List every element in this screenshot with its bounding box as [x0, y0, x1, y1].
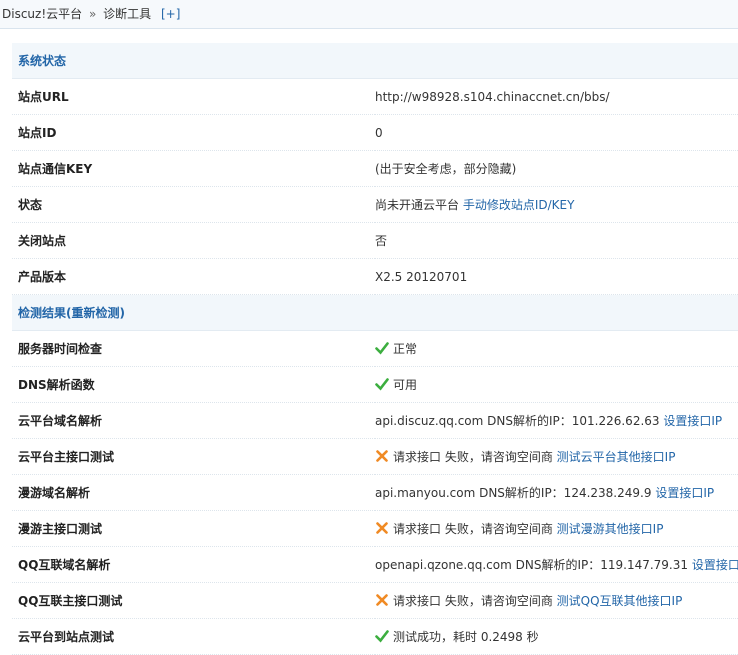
section-system-status: 系统状态	[12, 43, 738, 79]
recheck-link[interactable]: 重新检测	[72, 306, 120, 320]
diagnostic-panel: 系统状态 站点URL http://w98928.s104.chinaccnet.…	[12, 43, 738, 655]
check-icon	[375, 341, 389, 355]
cross-icon	[375, 521, 389, 535]
row-action-link[interactable]: 设置接口IP	[655, 486, 714, 500]
row-value-cell: X2.5 20120701	[375, 258, 738, 295]
row-value-cell: 请求接口 失败，请咨询空间商 测试漫游其他接口IP	[375, 510, 738, 547]
row-label: DNS解析函数	[12, 366, 375, 403]
row-value: 可用	[393, 378, 418, 392]
row-label: 云平台域名解析	[12, 402, 375, 439]
table-row: DNS解析函数 可用	[12, 366, 738, 403]
table-row: 漫游主接口测试 请求接口 失败，请咨询空间商 测试漫游其他接口IP	[12, 510, 738, 547]
row-action-link[interactable]: 手动修改站点ID/KEY	[463, 198, 575, 212]
row-label: 站点URL	[12, 78, 375, 115]
row-value: 请求接口 失败，请咨询空间商	[393, 450, 553, 464]
row-value: 请求接口 失败，请咨询空间商	[393, 522, 553, 536]
diagnostic-table: 系统状态 站点URL http://w98928.s104.chinaccnet.…	[12, 43, 738, 655]
row-label: 漫游主接口测试	[12, 510, 375, 547]
row-value: 请求接口 失败，请咨询空间商	[393, 594, 553, 608]
breadcrumb: Discuz!云平台 » 诊断工具 [+]	[0, 0, 738, 29]
section-check-results: 检测结果(重新检测)	[12, 294, 738, 331]
row-action-link[interactable]: 设置接口IP	[663, 414, 722, 428]
row-value-cell: 否	[375, 222, 738, 259]
table-row: 云平台到站点测试 测试成功，耗时 0.2498 秒	[12, 618, 738, 655]
row-value: api.manyou.com DNS解析的IP：124.238.249.9	[375, 486, 652, 500]
row-label: 漫游域名解析	[12, 474, 375, 511]
cross-icon	[375, 593, 389, 607]
row-action-link[interactable]: 测试QQ互联其他接口IP	[557, 594, 683, 608]
table-row: 站点通信KEY (出于安全考虑，部分隐藏)	[12, 150, 738, 187]
breadcrumb-diagnostic: 诊断工具	[103, 7, 152, 21]
breadcrumb-cloud[interactable]: Discuz!云平台	[2, 7, 82, 21]
row-value: (出于安全考虑，部分隐藏)	[375, 162, 517, 176]
table-row: 服务器时间检查 正常	[12, 330, 738, 367]
row-action-link[interactable]: 测试漫游其他接口IP	[557, 522, 664, 536]
row-value-cell: api.manyou.com DNS解析的IP：124.238.249.9 设置…	[375, 474, 738, 511]
section-title: 系统状态	[12, 43, 738, 79]
row-value-cell: (出于安全考虑，部分隐藏)	[375, 150, 738, 187]
row-value-cell: 请求接口 失败，请咨询空间商 测试QQ互联其他接口IP	[375, 582, 738, 619]
row-value: 正常	[393, 342, 418, 356]
table-row: 状态 尚未开通云平台 手动修改站点ID/KEY	[12, 186, 738, 223]
row-value-cell: api.discuz.qq.com DNS解析的IP：101.226.62.63…	[375, 402, 738, 439]
row-label: 服务器时间检查	[12, 330, 375, 367]
row-action-link[interactable]: 设置接口IP	[692, 558, 738, 572]
row-label: 站点通信KEY	[12, 150, 375, 187]
row-value: 否	[375, 234, 388, 248]
row-value-cell: 尚未开通云平台 手动修改站点ID/KEY	[375, 186, 738, 223]
row-value: api.discuz.qq.com DNS解析的IP：101.226.62.63	[375, 414, 660, 428]
row-value-cell: 0	[375, 114, 738, 151]
table-row: 关闭站点否	[12, 222, 738, 259]
add-shortcut-button[interactable]: [+]	[161, 7, 180, 21]
row-label: 站点ID	[12, 114, 375, 151]
row-value-cell: 正常	[375, 330, 738, 367]
row-value: openapi.qzone.qq.com DNS解析的IP：119.147.79…	[375, 558, 689, 572]
row-value-cell: 可用	[375, 366, 738, 403]
section-title-cell: 检测结果(重新检测)	[12, 294, 738, 331]
row-label: QQ互联域名解析	[12, 546, 375, 583]
row-value-cell: 请求接口 失败，请咨询空间商 测试云平台其他接口IP	[375, 438, 738, 475]
table-row: 产品版本 X2.5 20120701	[12, 258, 738, 295]
row-value-cell: http://w98928.s104.chinaccnet.cn/bbs/	[375, 78, 738, 115]
row-value: 0	[375, 125, 383, 140]
row-label: 关闭站点	[12, 222, 375, 259]
check-icon	[375, 377, 389, 391]
row-value: X2.5 20120701	[375, 269, 468, 284]
table-row: 站点URL http://w98928.s104.chinaccnet.cn/bb…	[12, 78, 738, 115]
row-value: http://w98928.s104.chinaccnet.cn/bbs/	[375, 89, 610, 104]
row-value-cell: 测试成功，耗时 0.2498 秒	[375, 618, 738, 655]
paren-close: )	[119, 306, 125, 320]
row-value-cell: openapi.qzone.qq.com DNS解析的IP：119.147.79…	[375, 546, 738, 583]
row-value: 尚未开通云平台	[375, 198, 460, 212]
table-row: 漫游域名解析 api.manyou.com DNS解析的IP：124.238.24…	[12, 474, 738, 511]
table-row: QQ互联域名解析 openapi.qzone.qq.com DNS解析的IP：11…	[12, 546, 738, 583]
row-label: 云平台到站点测试	[12, 618, 375, 655]
row-action-link[interactable]: 测试云平台其他接口IP	[557, 450, 676, 464]
table-row: 站点ID 0	[12, 114, 738, 151]
row-label: QQ互联主接口测试	[12, 582, 375, 619]
row-label: 云平台主接口测试	[12, 438, 375, 475]
table-row: 云平台域名解析 api.discuz.qq.com DNS解析的IP：101.22…	[12, 402, 738, 439]
row-label: 状态	[12, 186, 375, 223]
row-value: 测试成功，耗时 0.2498 秒	[393, 630, 539, 644]
breadcrumb-separator: »	[88, 7, 97, 21]
cross-icon	[375, 449, 389, 463]
row-label: 产品版本	[12, 258, 375, 295]
check-icon	[375, 629, 389, 643]
table-row: 云平台主接口测试 请求接口 失败，请咨询空间商 测试云平台其他接口IP	[12, 438, 738, 475]
table-row: QQ互联主接口测试 请求接口 失败，请咨询空间商 测试QQ互联其他接口IP	[12, 582, 738, 619]
section-title: 检测结果	[18, 306, 67, 320]
